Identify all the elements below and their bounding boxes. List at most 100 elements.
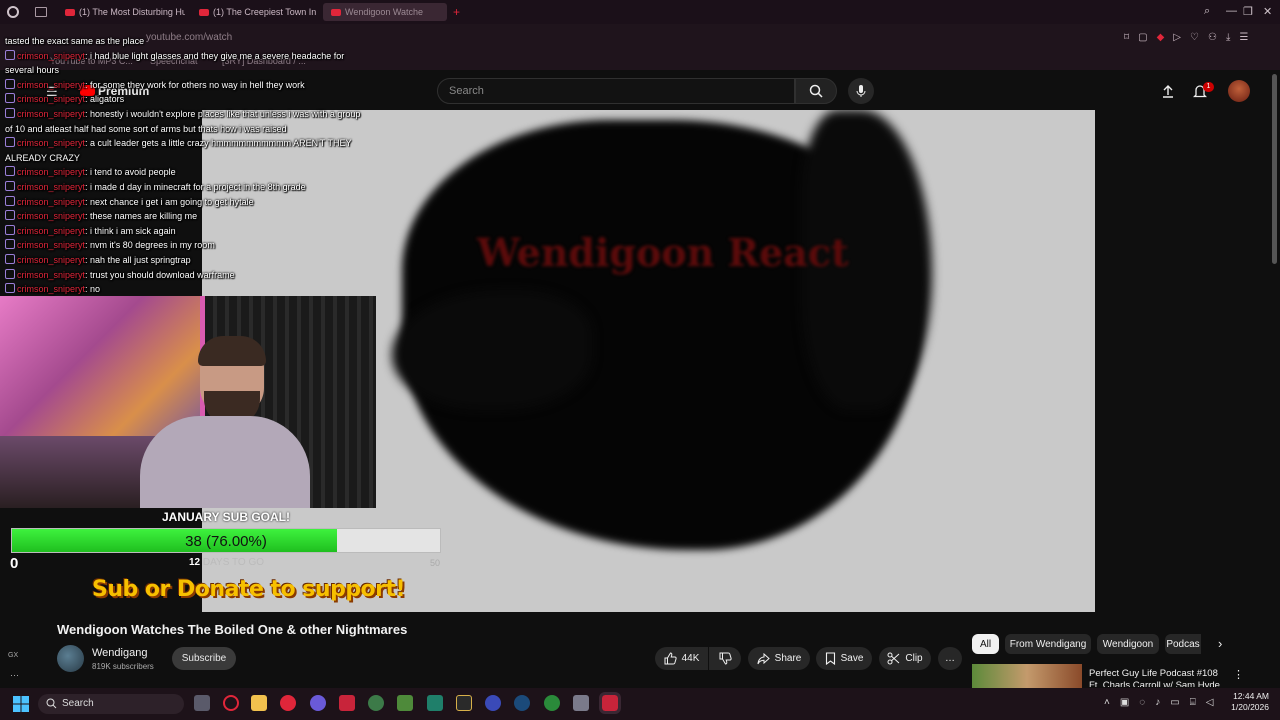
chip-wendigoon[interactable]: Wendigoon <box>1097 634 1159 654</box>
recommended-menu-icon[interactable]: ⋮ <box>1233 668 1244 681</box>
stream-chat-overlay: tasted the exact same as the place crimso… <box>5 34 365 297</box>
tray-mic-icon[interactable]: ♪ <box>1155 697 1160 708</box>
chat-username: crimson_sniperyt <box>17 94 86 105</box>
snapshot-icon[interactable]: ▢ <box>1138 32 1147 43</box>
steam-icon[interactable] <box>514 695 530 711</box>
chat-badge-icon <box>5 283 15 294</box>
app-star-icon[interactable] <box>456 695 472 711</box>
download-icon[interactable]: ⤓ <box>1226 32 1230 43</box>
tray-chevron-icon[interactable]: ˄ <box>1104 697 1110 708</box>
settings-icon[interactable]: ☰ <box>1239 32 1248 43</box>
task-view-icon[interactable] <box>194 695 210 711</box>
opera-logo-icon[interactable] <box>7 6 19 18</box>
chat-username: crimson_sniperyt <box>17 254 86 265</box>
chat-message: crimson_sniperyt: i tend to avoid people <box>5 165 365 180</box>
app-teal-icon[interactable] <box>427 695 443 711</box>
tab-creepiest-town[interactable]: (1) The Creepiest Town In <box>191 3 317 21</box>
file-explorer-icon[interactable] <box>251 695 267 711</box>
chat-badge-icon <box>5 253 15 264</box>
shield-icon[interactable]: ◆ <box>1157 32 1165 43</box>
chat-message-text: i made d day in minecraft for a project … <box>90 181 306 192</box>
chat-message-text: for some they work for others no way in … <box>90 79 305 90</box>
chat-username: crimson_sniperyt <box>17 240 86 251</box>
clip-label: Clip <box>905 653 923 664</box>
tray-wifi-icon[interactable]: ◌ <box>1139 697 1145 708</box>
share-button[interactable]: Share <box>748 647 810 670</box>
upload-button[interactable] <box>1159 82 1177 100</box>
voice-search-button[interactable] <box>848 78 874 104</box>
microphone-icon <box>856 85 866 97</box>
chat-message-text: nah the all just springtrap <box>90 254 191 265</box>
clip-button[interactable]: Clip <box>879 647 931 670</box>
taskbar-search[interactable]: Search <box>38 694 184 714</box>
like-button[interactable]: 44K <box>655 647 708 670</box>
chrome-icon[interactable] <box>368 695 384 711</box>
sidebar-gx-label[interactable]: GX <box>8 652 18 659</box>
chat-username: crimson_sniperyt <box>17 181 86 192</box>
taskbar-clock[interactable]: 12:44 AM 1/20/2026 <box>1225 691 1269 713</box>
search-button[interactable] <box>795 78 837 104</box>
bookmark-icon[interactable]: ⌑ <box>1124 32 1129 43</box>
app-media-icon[interactable] <box>573 695 589 711</box>
chips-next-chevron-icon[interactable]: › <box>1218 636 1222 651</box>
obs-icon[interactable] <box>280 695 296 711</box>
chat-message: crimson_sniperyt: i made d day in minecr… <box>5 180 365 195</box>
tray-network-icon[interactable]: ⌸ <box>1190 697 1196 708</box>
heart-icon[interactable]: ♡ <box>1190 32 1199 43</box>
sub-goal-progress-bar: 38 (76.00%) <box>11 528 441 553</box>
chip-podcast[interactable]: Podcas <box>1165 634 1201 654</box>
minimize-icon[interactable]: — <box>1226 5 1237 17</box>
tray-volume-icon[interactable]: ◁ <box>1206 697 1214 708</box>
chat-message: crimson_sniperyt: nah the all just sprin… <box>5 253 365 268</box>
creative-cloud-active-icon[interactable] <box>599 692 621 714</box>
chat-message: crimson_sniperyt: no <box>5 282 365 297</box>
page-scrollbar[interactable] <box>1272 74 1277 264</box>
save-button[interactable]: Save <box>816 647 872 670</box>
search-input[interactable]: Search <box>437 78 795 104</box>
channel-name[interactable]: Wendigang <box>92 647 147 659</box>
channel-avatar[interactable] <box>57 645 84 672</box>
chat-username: crimson_sniperyt <box>17 167 86 178</box>
opera-gx-taskbar-icon[interactable] <box>223 695 239 711</box>
tab-menu-icon[interactable] <box>35 7 47 17</box>
tray-app-icon[interactable]: ▣ <box>1120 697 1129 708</box>
dislike-button[interactable] <box>709 647 741 670</box>
tab-most-disturbing[interactable]: (1) The Most Disturbing Hu <box>57 3 185 21</box>
like-count: 44K <box>681 653 700 664</box>
tray-display-icon[interactable]: ▭ <box>1170 697 1179 708</box>
sub-goal-days-number: 12 <box>189 557 201 568</box>
chat-message-text: these names are killing me <box>90 211 198 222</box>
support-banner: Sub or Donate to support! <box>92 577 406 602</box>
chat-message: crimson_sniperyt: trust you should downl… <box>5 268 365 283</box>
chat-username: crimson_sniperyt <box>17 211 86 222</box>
chip-from-wendigang[interactable]: From Wendigang <box>1005 634 1091 654</box>
taskbar-date: 1/20/2026 <box>1231 702 1269 712</box>
app-blue-icon[interactable] <box>485 695 501 711</box>
chat-message: crimson_sniperyt: nvm it's 80 degrees in… <box>5 238 365 253</box>
subscribe-button[interactable]: Subscribe <box>172 647 236 670</box>
new-tab-button[interactable]: + <box>453 5 460 19</box>
discord-icon[interactable] <box>310 695 326 711</box>
share-icon <box>757 652 770 664</box>
more-actions-button[interactable]: … <box>938 647 962 670</box>
chip-all[interactable]: All <box>972 634 999 654</box>
xbox-icon[interactable] <box>544 695 560 711</box>
creative-cloud-icon[interactable] <box>339 695 355 711</box>
webcam-streamer <box>140 336 310 508</box>
search-tabs-icon[interactable]: ⌕ <box>1204 5 1210 18</box>
sidebar-more-icon[interactable]: ⋯ <box>10 670 19 681</box>
app-green-icon[interactable] <box>397 695 413 711</box>
chat-message: crimson_sniperyt: aligators <box>5 92 365 107</box>
account-avatar[interactable] <box>1228 80 1250 102</box>
profile-icon[interactable]: ⚇ <box>1208 32 1217 43</box>
close-icon[interactable]: ✕ <box>1263 5 1272 18</box>
taskbar-time: 12:44 AM <box>1233 691 1269 701</box>
chat-message-text: next chance i get i am going to get hyta… <box>90 196 254 207</box>
windows-start-icon[interactable] <box>13 696 29 712</box>
tab-wendigoon-watches[interactable]: Wendigoon Watche <box>323 3 447 21</box>
recommended-thumbnail[interactable] <box>972 664 1082 688</box>
chat-badge-icon <box>5 137 15 148</box>
play-icon[interactable]: ▷ <box>1173 32 1181 43</box>
maximize-icon[interactable]: ❐ <box>1243 5 1253 18</box>
recommended-title[interactable]: Perfect Guy Life Podcast #108 Ft. Charls… <box>1089 668 1229 687</box>
